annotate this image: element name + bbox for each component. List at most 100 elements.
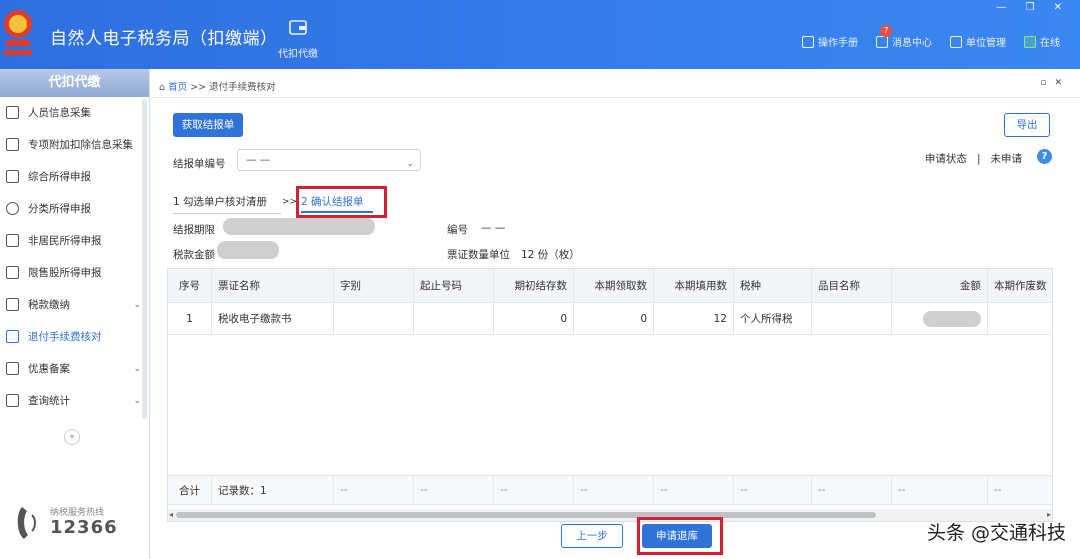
step-1-underline [173, 213, 281, 214]
footer-cell: 记录数：1 [212, 476, 334, 504]
column-header: 本期领取数 [574, 269, 654, 302]
export-button[interactable]: 导出 [1004, 113, 1050, 137]
column-header: 本期作废数 [988, 269, 1052, 302]
building-icon [950, 35, 962, 48]
online-label: 在线 [1040, 38, 1060, 49]
sidebar-item-label: 税款缴纳 [28, 299, 70, 311]
messages-link[interactable]: 7 消息中心 [876, 25, 932, 49]
column-header: 字别 [334, 269, 414, 302]
window-controls[interactable]: — ❐ ✕ [996, 2, 1070, 13]
collapse-sidebar-button[interactable]: « [64, 429, 80, 445]
footer-cell: 合计 [168, 476, 212, 504]
table-row[interactable]: 1 税收电子缴款书 0 0 12 个人所得税 [168, 303, 1052, 335]
column-header: 起止号码 [414, 269, 494, 302]
column-header: 税种 [734, 269, 812, 302]
online-status[interactable]: 在线 [1024, 34, 1060, 49]
prev-step-button[interactable]: 上一步 [561, 524, 623, 548]
table-cell: 税收电子缴款书 [212, 303, 334, 334]
hotline-icon [17, 507, 36, 539]
report-no-select[interactable]: — — ⌄ [237, 149, 421, 171]
sidebar-item-comprehensive[interactable]: 综合所得申报 [0, 161, 149, 193]
sidebar-item-refund-fee[interactable]: 退付手续费核对 [0, 321, 149, 353]
pie-icon [6, 202, 19, 215]
sidebar-item-label: 综合所得申报 [28, 171, 91, 183]
breadcrumb-current: 退付手续费核对 [209, 82, 276, 93]
column-header: 序号 [168, 269, 212, 302]
sidebar-heading: 代扣代缴 [0, 69, 149, 97]
sidebar-item-label: 优惠备案 [28, 363, 70, 375]
period-label: 结报期限 [173, 224, 215, 236]
unit-mgmt-link[interactable]: 单位管理 [950, 34, 1006, 49]
manual-icon [802, 35, 814, 48]
table-cell: 0 [574, 303, 654, 334]
file-icon [6, 362, 19, 375]
number-label: 编号 [447, 224, 468, 236]
chevron-down-icon: ⌄ [406, 159, 414, 169]
nav-daikou-label: 代扣代缴 [278, 49, 318, 60]
scroll-left-icon[interactable]: ◂ [169, 510, 173, 519]
monitor-icon [1024, 35, 1036, 48]
table-cell: 1 [168, 303, 212, 334]
nav-daikou[interactable]: 代扣代缴 [276, 18, 320, 60]
footer-cell: -- [414, 476, 494, 504]
get-report-button[interactable]: 获取结报单 [173, 113, 243, 137]
column-header: 本期填用数 [654, 269, 734, 302]
report-no-value: — — [246, 154, 271, 166]
sidebar-item-label: 退付手续费核对 [28, 331, 102, 343]
messages-badge: 7 [880, 25, 892, 37]
table-cell [334, 303, 414, 334]
chevron-down-icon: ⌄ [133, 300, 141, 310]
sidebar-item-tax-payment[interactable]: 税款缴纳 ⌄ [0, 289, 149, 321]
highlight-box-step2 [296, 186, 387, 218]
sidebar-scrollbar[interactable] [142, 99, 147, 419]
sidebar: 代扣代缴 人员信息采集 专项附加扣除信息采集 综合所得申报 分类所得申报 非居民… [0, 69, 150, 559]
document-icon [6, 330, 19, 343]
table-cell-amount [892, 303, 988, 334]
sidebar-item-label: 非居民所得申报 [28, 235, 102, 247]
search-list-icon [6, 394, 19, 407]
sidebar-item-preferential[interactable]: 优惠备案 ⌄ [0, 353, 149, 385]
footer-cell: -- [334, 476, 414, 504]
chevron-down-icon: ⌄ [133, 396, 141, 406]
panel-controls[interactable]: ▫✕ [1040, 78, 1070, 88]
manual-link[interactable]: 操作手册 [802, 34, 858, 49]
table-cell: 0 [494, 303, 574, 334]
sidebar-item-classified[interactable]: 分类所得申报 [0, 193, 149, 225]
redacted-amount [217, 241, 279, 259]
breadcrumb-home[interactable]: 首页 [168, 82, 187, 93]
help-icon[interactable]: ? [1037, 149, 1052, 164]
highlight-box-apply [637, 517, 723, 555]
table-cell: 12 [654, 303, 734, 334]
footer-cell: -- [654, 476, 734, 504]
apply-status: 申请状态 | 未申请 [925, 151, 1022, 166]
sidebar-item-special-deduction[interactable]: 专项附加扣除信息采集 [0, 129, 149, 161]
step-1[interactable]: 1 勾选单户核对清册 [173, 194, 281, 209]
wallet-icon [6, 298, 19, 311]
service-hotline: 纳税服务热线 12366 [14, 501, 144, 545]
manual-label: 操作手册 [818, 38, 858, 49]
table-header-row: 序号 票证名称 字别 起止号码 期初结存数 本期领取数 本期填用数 税种 品目名… [168, 269, 1052, 303]
table-cell [812, 303, 892, 334]
table-footer-row: 合计 记录数：1 -- -- -- -- -- -- -- -- -- [168, 475, 1052, 505]
sidebar-item-restricted-stock[interactable]: 限售股所得申报 [0, 257, 149, 289]
footer-cell: -- [734, 476, 812, 504]
sidebar-item-nonresident[interactable]: 非居民所得申报 [0, 225, 149, 257]
messages-label: 消息中心 [892, 38, 932, 49]
column-header: 品目名称 [812, 269, 892, 302]
person-icon [6, 106, 19, 119]
redacted-amount-cell [923, 310, 981, 327]
footer-cell: -- [892, 476, 988, 504]
footer-cell: -- [988, 476, 1052, 504]
scrollbar-thumb[interactable] [176, 512, 876, 518]
sidebar-item-query[interactable]: 查询统计 ⌄ [0, 385, 149, 417]
status-separator: | [976, 153, 981, 165]
home-icon[interactable]: ⌂ [159, 82, 165, 93]
app-header: 自然人电子税务局（扣缴端） 代扣代缴 — ❐ ✕ 操作手册 7 消息中心 单位管… [0, 0, 1080, 69]
amount-label: 税款金额 [173, 249, 215, 261]
fee-table: 序号 票证名称 字别 起止号码 期初结存数 本期领取数 本期填用数 税种 品目名… [167, 268, 1053, 522]
wallet-icon [289, 20, 307, 35]
table-cell [988, 303, 1052, 334]
breadcrumb-separator: >> [190, 82, 207, 93]
sidebar-item-personnel[interactable]: 人员信息采集 [0, 97, 149, 129]
table-horizontal-scrollbar[interactable]: ◂ ▸ [168, 509, 1052, 521]
